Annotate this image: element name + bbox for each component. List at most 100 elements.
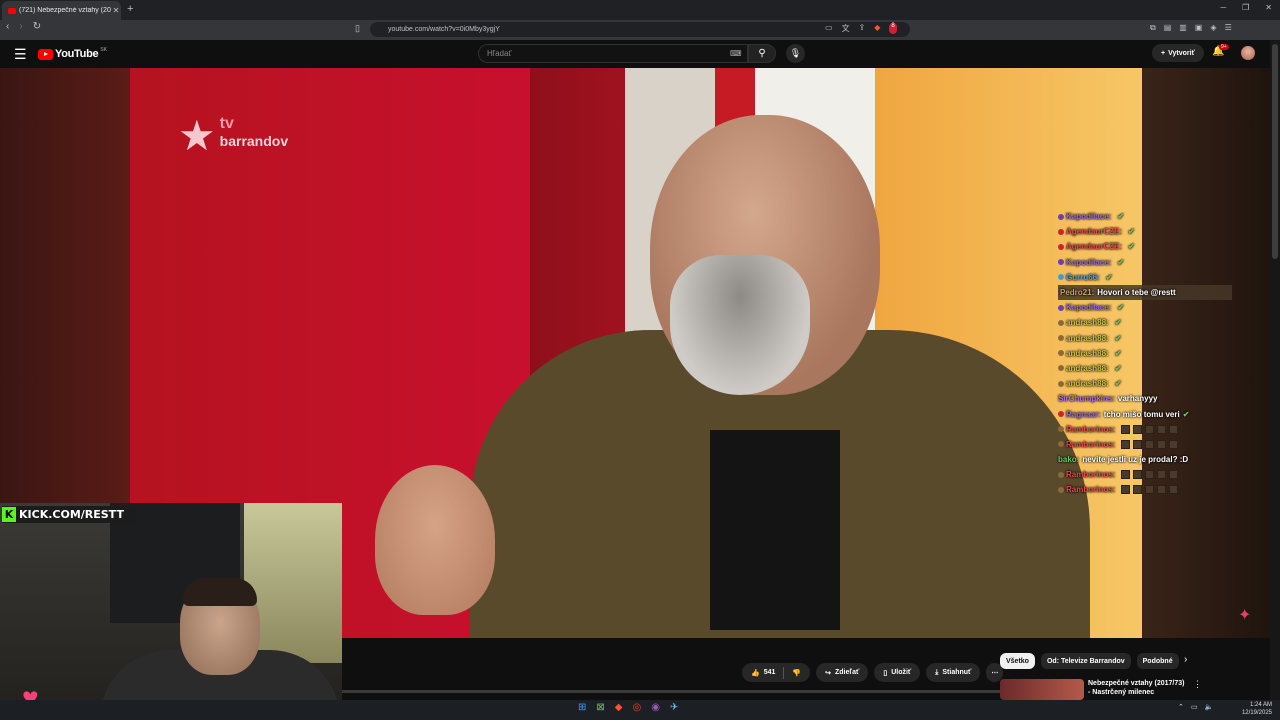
download-button[interactable]: ⤓ Stiahnuť [926, 663, 981, 682]
chevron-right-icon[interactable]: › [1184, 654, 1187, 665]
share-button[interactable]: ↪ Zdieľať [816, 663, 869, 682]
chip-all[interactable]: Všetko [1000, 653, 1035, 669]
chat-message: AgendaurCZE: ✔ [1058, 224, 1233, 239]
chrome-icon[interactable]: ◎ [632, 702, 641, 713]
chat-username: andrash88: [1066, 379, 1109, 389]
scroll-progress-bar [342, 690, 1002, 693]
more-vertical-icon[interactable]: ⋮ [1193, 679, 1202, 690]
check-emote-icon: ✔ [1114, 333, 1122, 343]
check-emote-icon: ✔ [1114, 363, 1122, 373]
chat-message: Ramborinos: [1058, 482, 1233, 497]
reload-icon[interactable]: ↻ [33, 21, 41, 32]
stream-chat-overlay: Kapodilace: ✔ AgendaurCZE: ✔ AgendaurCZE: ✔ Ka… [1058, 209, 1233, 498]
windows-start-icon[interactable]: ⊞ [578, 702, 586, 713]
share-label: Zdieľať [835, 669, 860, 676]
share-page-icon[interactable]: ⇪ [859, 23, 866, 34]
bookmark-icon[interactable]: ▯ [355, 23, 360, 34]
task-manager-icon[interactable]: ⊠ [596, 702, 604, 713]
star-icon: ★ [178, 112, 216, 159]
hamburger-menu-icon[interactable]: ☰ [14, 46, 27, 63]
chat-emote-icon [1157, 485, 1167, 495]
chat-message: andrash88: ✔ [1058, 331, 1233, 346]
check-emote-icon: ✔ [1117, 212, 1125, 222]
microphone-icon: 🎙 [789, 48, 802, 58]
network-icon[interactable]: ▭ [1191, 703, 1198, 711]
chat-emote-icon [1133, 424, 1143, 434]
check-emote-icon: ✔ [1114, 318, 1122, 328]
youtube-logo[interactable]: YouTube SK [38, 47, 107, 60]
cast-icon[interactable]: ▭ [825, 23, 833, 34]
thumbs-down-icon[interactable]: 👎 [792, 669, 801, 677]
minimize-icon[interactable]: ─ [1220, 3, 1226, 12]
sidebar-icon[interactable]: ▤ [1164, 23, 1172, 33]
chat-username: Gurru66: [1066, 272, 1100, 282]
extension-badge[interactable]: 8 [889, 23, 897, 34]
presenter-hand [375, 465, 495, 615]
forward-icon[interactable]: › [19, 21, 22, 32]
plus-icon: + [1161, 49, 1166, 57]
chip-related[interactable]: Podobné [1136, 653, 1179, 669]
close-tab-icon[interactable]: ✕ [111, 6, 121, 15]
chat-emote-icon [1169, 439, 1179, 449]
chat-message: Ramborinos: [1058, 437, 1233, 452]
recommendation-chips: Všetko Od: Televize Barrandov Podobné [1000, 653, 1179, 669]
recommended-video-title[interactable]: Nebezpečné vztahy (2017/73) - Nastrčený … [1088, 679, 1188, 697]
extension-icons: ⧉ ▤ ▥ ▣ ◈ ☰ [1150, 23, 1232, 33]
chat-badge-icon [1058, 441, 1064, 448]
scrollbar-thumb[interactable] [1272, 44, 1278, 259]
search-button[interactable]: ⚲ [748, 44, 776, 63]
browser-tab[interactable]: (721) Nebezpečné vztahy (20 ✕ [2, 1, 121, 20]
chip-from-channel[interactable]: Od: Televize Barrandov [1040, 653, 1131, 669]
like-button[interactable]: 👍 541 👎 [742, 663, 811, 682]
create-label: Vytvoriť [1168, 49, 1195, 57]
chat-badge-icon [1058, 471, 1064, 478]
check-emote-icon: ✔ [1128, 227, 1135, 237]
brave-browser-icon[interactable]: ◆ [615, 702, 623, 713]
save-button[interactable]: ▯ Uložiť [874, 663, 921, 682]
chat-emote-icon [1145, 470, 1155, 480]
chat-emote-icon [1133, 470, 1143, 480]
chat-emote-icon [1157, 470, 1167, 480]
obs-icon[interactable]: ◉ [651, 702, 660, 713]
navigation-buttons: ‹ › ↻ [6, 21, 41, 32]
wallet-icon[interactable]: ▣ [1195, 23, 1203, 33]
voice-search-button[interactable]: 🎙 [786, 44, 805, 63]
taskbar-clock[interactable]: 1:24 AM 12/19/2025 [1238, 701, 1272, 717]
create-button[interactable]: + Vytvoriť [1152, 44, 1204, 62]
volume-icon[interactable]: 🔈 [1205, 703, 1214, 711]
new-tab-icon[interactable]: + [127, 3, 133, 15]
chat-username: Ramborinos: [1066, 424, 1116, 434]
chat-badge-icon [1058, 335, 1064, 342]
menu-icon[interactable]: ☰ [1225, 23, 1232, 33]
reading-list-icon[interactable]: ▥ [1179, 23, 1187, 33]
tray-overflow-icon[interactable]: ⌃ [1178, 703, 1184, 711]
check-emote-icon: ✔ [1182, 409, 1190, 419]
steam-icon[interactable]: ✈ [670, 702, 678, 713]
chat-badge-icon [1058, 350, 1064, 357]
thumbs-up-icon: 👍 [751, 669, 760, 677]
chat-username: andrash88: [1066, 318, 1109, 328]
recommended-video-thumbnail[interactable] [1000, 679, 1084, 700]
chat-emote-icon [1157, 424, 1167, 434]
brave-shield-icon[interactable]: ◆ [874, 23, 880, 34]
chat-emote-icon [1157, 439, 1167, 449]
chat-emote-icon [1121, 424, 1131, 434]
search-input[interactable]: Hľadať [478, 44, 748, 63]
maximize-icon[interactable]: ❐ [1242, 3, 1249, 12]
translate-icon[interactable]: 文 [842, 23, 850, 34]
keyboard-icon[interactable]: ⌨ [730, 49, 742, 58]
chat-emote-icon [1169, 485, 1179, 495]
back-icon[interactable]: ‹ [6, 21, 9, 32]
close-window-icon[interactable]: ✕ [1265, 3, 1272, 12]
logo-brand-text: barrandov [219, 133, 289, 149]
chat-username: Ramborinos: [1066, 439, 1116, 449]
chat-emote-icon [1145, 485, 1155, 495]
vpn-icon[interactable]: ◈ [1210, 23, 1216, 33]
window-controls: ─ ❐ ✕ [1220, 3, 1272, 12]
chat-message: andrash88: ✔ [1058, 361, 1233, 376]
chat-badge-icon [1058, 304, 1064, 311]
extensions-icon[interactable]: ⧉ [1150, 23, 1156, 33]
check-emote-icon: ✔ [1117, 303, 1125, 313]
account-avatar[interactable] [1241, 46, 1255, 60]
chat-emote-icon [1169, 470, 1179, 480]
